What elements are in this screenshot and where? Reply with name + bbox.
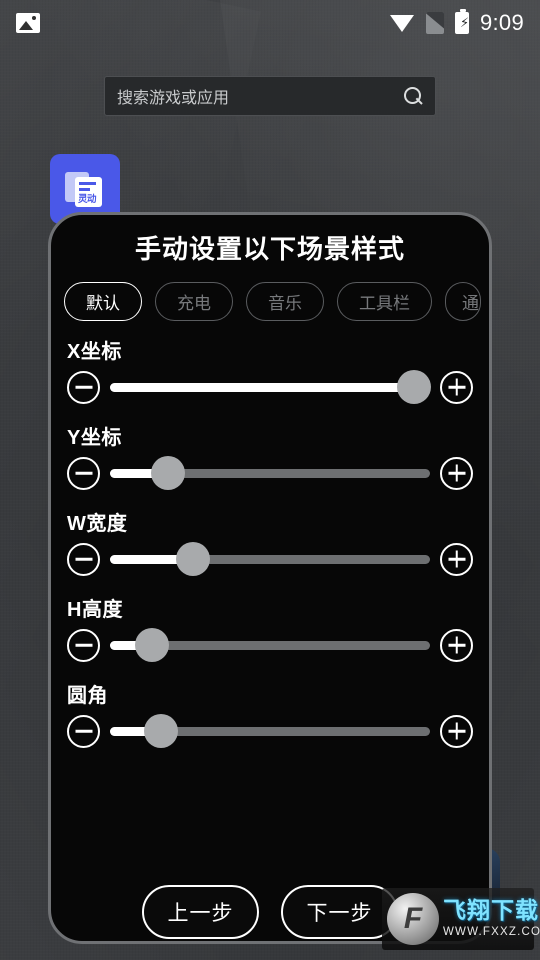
slider-fill bbox=[110, 382, 414, 392]
chip-notification-partial[interactable]: 通 bbox=[445, 282, 481, 321]
fxxz-logo-icon bbox=[387, 893, 439, 945]
status-bar-clock: 9:09 bbox=[479, 10, 524, 35]
lingdong-glyph: 灵动 bbox=[78, 194, 97, 205]
watermark-title: 飞翔下载 bbox=[443, 897, 539, 924]
previous-step-button[interactable]: 上一步 bbox=[142, 885, 259, 939]
minus-circle-icon[interactable] bbox=[67, 456, 100, 490]
slider-track-w[interactable] bbox=[110, 542, 430, 576]
chip-default[interactable]: 默认 bbox=[64, 282, 142, 321]
watermark: 飞翔下载 WWW.FXXZ.COM bbox=[382, 888, 540, 950]
minus-circle-icon[interactable] bbox=[67, 714, 100, 748]
slider-row-radius: 圆角 bbox=[67, 679, 473, 752]
slider-thumb-x[interactable] bbox=[397, 370, 431, 404]
bolt-glyph: ⚡ bbox=[459, 15, 470, 30]
slider-track-x[interactable] bbox=[110, 370, 431, 404]
dialog-title: 手动设置以下场景样式 bbox=[134, 234, 405, 264]
scene-style-dialog: 手动设置以下场景样式 默认 充电 音乐 工具栏 通 X坐标 Y坐标 W宽度 H高… bbox=[48, 212, 492, 944]
slider-label-h: H高度 bbox=[67, 599, 123, 621]
slider-label-y: Y坐标 bbox=[67, 427, 122, 449]
scene-chip-group: 默认 充电 音乐 工具栏 通 bbox=[51, 266, 489, 321]
slider-list: X坐标 Y坐标 W宽度 H高度 圆角 bbox=[51, 321, 489, 752]
watermark-url: WWW.FXXZ.COM bbox=[443, 926, 540, 939]
chip-toolbar[interactable]: 工具栏 bbox=[337, 282, 432, 321]
slider-track-y[interactable] bbox=[110, 456, 430, 490]
slider-row-x: X坐标 bbox=[67, 335, 473, 408]
slider-thumb-h[interactable] bbox=[134, 628, 169, 662]
slider-label-w: W宽度 bbox=[67, 513, 128, 535]
battery-charging-icon: ⚡ bbox=[454, 9, 470, 34]
slider-track-radius[interactable] bbox=[110, 714, 430, 748]
next-step-button[interactable]: 下一步 bbox=[281, 885, 398, 939]
search-input-placeholder[interactable]: 搜索游戏或应用 bbox=[117, 84, 404, 108]
plus-circle-icon[interactable] bbox=[440, 456, 473, 490]
status-bar-left bbox=[16, 13, 390, 33]
slider-thumb-radius[interactable] bbox=[144, 714, 179, 748]
slider-label-x: X坐标 bbox=[67, 341, 122, 363]
minus-circle-icon[interactable] bbox=[67, 628, 100, 662]
chip-label: 充电 bbox=[177, 294, 211, 313]
document-icon: 灵动 bbox=[65, 169, 105, 209]
phone-screen: 灵动 灵动大陆 ∞ 酷安 7 723游戏盒 虫 虫虫助手 bbox=[0, 0, 540, 960]
plus-circle-icon[interactable] bbox=[440, 542, 473, 576]
wifi-icon bbox=[389, 14, 415, 33]
slider-row-y: Y坐标 bbox=[67, 421, 473, 494]
slider-row-w: W宽度 bbox=[67, 507, 473, 580]
plus-circle-icon[interactable] bbox=[440, 714, 473, 748]
image-icon bbox=[16, 13, 40, 33]
slider-row-h: H高度 bbox=[67, 593, 473, 666]
slider-track-h[interactable] bbox=[110, 628, 430, 662]
sim-card-icon bbox=[425, 12, 444, 34]
minus-circle-icon[interactable] bbox=[67, 542, 100, 576]
slider-thumb-w[interactable] bbox=[176, 542, 211, 576]
search-icon[interactable] bbox=[404, 86, 423, 106]
minus-circle-icon[interactable] bbox=[67, 370, 100, 404]
chip-label: 默认 bbox=[86, 294, 120, 313]
status-bar-right: ⚡ 9:09 bbox=[389, 9, 524, 36]
search-bar[interactable]: 搜索游戏或应用 bbox=[104, 76, 436, 116]
chip-label: 音乐 bbox=[268, 294, 302, 313]
status-bar: ⚡ 9:09 bbox=[0, 0, 540, 46]
watermark-text: 飞翔下载 WWW.FXXZ.COM bbox=[443, 899, 540, 939]
chip-charging[interactable]: 充电 bbox=[155, 282, 233, 321]
chip-label: 通 bbox=[462, 294, 479, 313]
chip-music[interactable]: 音乐 bbox=[246, 282, 324, 321]
plus-circle-icon[interactable] bbox=[440, 370, 473, 404]
slider-label-radius: 圆角 bbox=[67, 685, 108, 707]
plus-circle-icon[interactable] bbox=[440, 628, 473, 662]
slider-thumb-y[interactable] bbox=[150, 456, 185, 490]
chip-label: 工具栏 bbox=[359, 294, 410, 313]
